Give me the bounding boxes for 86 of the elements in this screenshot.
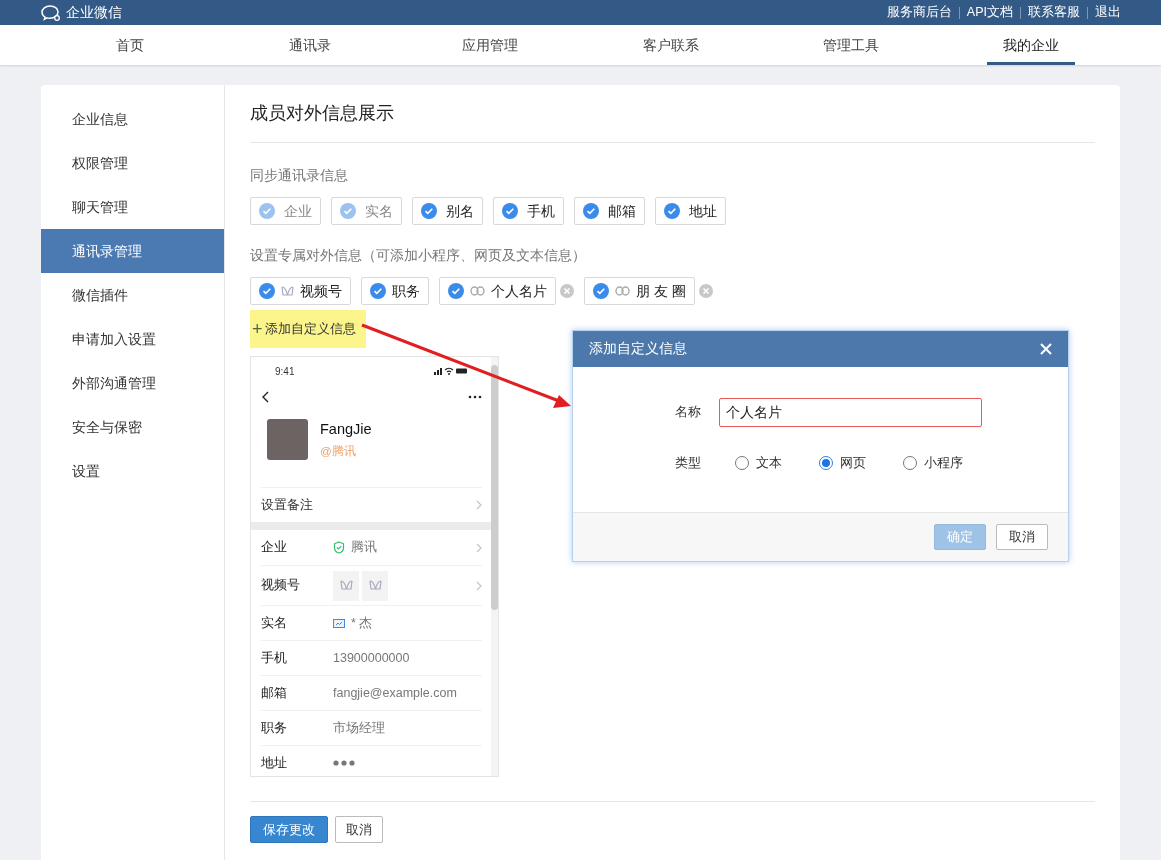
field-tag[interactable]: 别名 [412,197,483,225]
row-label: 职务 [261,719,288,737]
type-radio[interactable]: 小程序 [903,454,987,473]
status-icons [434,367,468,375]
type-radio[interactable]: 网页 [819,454,903,473]
nav-tab[interactable]: 首页 [100,25,161,65]
nav-tab[interactable]: 客户联系 [626,25,715,65]
row-value: * 杰 [351,614,373,632]
page-title: 成员对外信息展示 [250,85,1095,143]
tag-label: 个人名片 [491,281,547,301]
tag-label: 企业 [284,201,312,221]
nav-tab[interactable]: 通讯录 [273,25,348,65]
type-radio[interactable]: 文本 [735,454,819,473]
nav-tab[interactable]: 管理工具 [806,25,895,65]
scrollbar-thumb[interactable] [491,365,498,610]
nav-tab[interactable]: 应用管理 [446,25,535,65]
avatar-placeholder [267,419,308,460]
dialog-cancel-button[interactable]: 取消 [996,524,1048,550]
profile-org: @腾讯 [320,443,357,459]
chevron-right-icon [476,500,482,510]
row-label: 手机 [261,649,288,667]
chevron-right-icon [476,542,482,553]
tag-label: 职务 [392,281,420,301]
sidebar-item[interactable]: 权限管理 [41,141,224,185]
sidebar-item[interactable]: 申请加入设置 [41,317,224,361]
sidebar-item[interactable]: 聊天管理 [41,185,224,229]
save-button[interactable]: 保存更改 [250,816,328,843]
row-label: 邮箱 [261,684,288,702]
row-label: 实名 [261,614,288,632]
tag-label: 手机 [527,201,555,221]
top-link[interactable]: 退出 [1095,3,1121,22]
chevron-right-icon [476,580,482,591]
row-label: 企业 [261,539,288,557]
dialog-title: 添加自定义信息 [589,339,687,358]
butterfly-icon [368,580,382,591]
chat-bubble-icon [40,3,62,22]
profile-name: FangJie [320,420,372,439]
cancel-button[interactable]: 取消 [335,816,383,843]
field-label: 类型 [675,455,702,472]
field-tag[interactable]: 手机 [493,197,564,225]
add-custom-info-button[interactable]: +添加自定义信息 [250,310,366,348]
row-label: 地址 [261,754,288,772]
top-link[interactable]: 服务商后台 [886,3,952,22]
tag-label: 地址 [689,201,717,221]
shield-check-icon [333,541,345,554]
brand-name: 企业微信 [66,3,122,22]
status-time: 9:41 [275,364,295,379]
tag-label: 视频号 [300,281,342,301]
row-label: 视频号 [261,577,301,595]
id-card-icon [333,618,345,628]
sidebar-item[interactable]: 企业信息 [41,97,224,141]
name-input[interactable]: 个人名片 [719,398,982,427]
row-value: 腾讯 [351,539,377,557]
field-tag[interactable]: 职务 [361,277,429,305]
butterfly-icon [339,580,353,591]
back-icon[interactable] [261,391,269,403]
tag-label: 邮箱 [608,201,636,221]
section-label: 同步通讯录信息 [250,166,349,185]
sidebar-item[interactable]: 设置 [41,449,224,493]
top-link[interactable]: 联系客服 [1028,3,1080,22]
tag-label: 朋 友 圈 [636,281,686,301]
field-tag[interactable]: 个人名片 [439,277,556,305]
nav-tab[interactable]: 我的企业 [986,25,1075,65]
field-tag[interactable]: 邮箱 [574,197,645,225]
row-value: 13900000000 [333,649,410,667]
close-icon[interactable] [1040,343,1052,355]
field-tag[interactable]: 地址 [655,197,726,225]
more-icon[interactable] [468,395,482,399]
remark-label[interactable]: 设置备注 [261,495,313,515]
sidebar-item[interactable]: 外部沟通管理 [41,361,224,405]
section-label: 设置专属对外信息（可添加小程序、网页及文本信息） [250,246,587,265]
sidebar-item[interactable]: 通讯录管理 [41,229,224,273]
field-label: 名称 [675,404,702,422]
link-icon [615,286,630,296]
sidebar-item[interactable]: 安全与保密 [41,405,224,449]
top-link[interactable]: API文档 [966,3,1013,22]
tag-label: 别名 [446,201,474,221]
row-value: 市场经理 [333,719,385,737]
butterfly-icon [281,285,294,297]
field-tag[interactable]: 视频号 [250,277,351,305]
row-value: fangjie@example.com [333,684,457,702]
link-icon [470,286,485,296]
tag-label: 实名 [365,201,393,221]
sidebar-item[interactable]: 微信插件 [41,273,224,317]
field-tag[interactable]: 朋 友 圈 [584,277,695,305]
dots-icon [333,760,355,766]
